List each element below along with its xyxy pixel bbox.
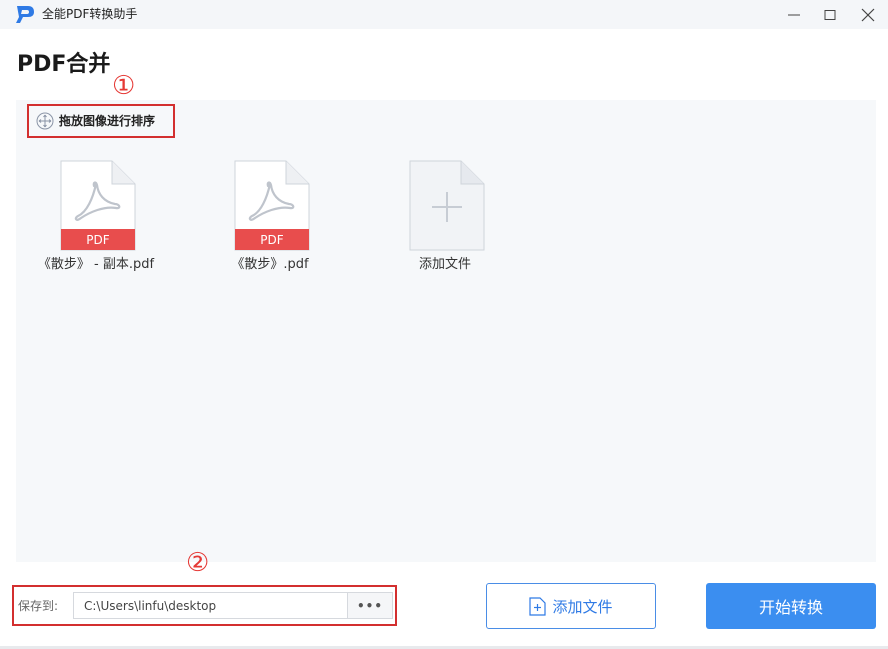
save-path-input[interactable]: [73, 592, 347, 619]
add-file-button[interactable]: 添加文件: [486, 583, 656, 629]
move-arrows-icon: [36, 112, 54, 130]
minimize-icon: [788, 14, 800, 15]
app-title: 全能PDF转换助手: [42, 7, 138, 21]
title-bar: 全能PDF转换助手: [0, 0, 888, 29]
minimize-button[interactable]: [776, 0, 812, 29]
pdf-file-icon: PDF: [234, 160, 310, 251]
close-icon: [861, 8, 875, 21]
add-file-button-label: 添加文件: [552, 597, 613, 616]
pdf-file-icon: PDF: [60, 160, 136, 251]
save-label: 保存到:: [18, 599, 59, 613]
maximize-button[interactable]: [812, 0, 848, 29]
add-file-tile-label: 添加文件: [418, 257, 471, 272]
maximize-icon: [824, 9, 836, 20]
start-convert-button[interactable]: 开始转换: [706, 583, 876, 629]
annotation-marker-2: ②: [186, 548, 210, 578]
add-file-icon: [529, 596, 547, 616]
add-file-tile[interactable]: 添加文件: [375, 160, 515, 280]
pdf-badge: PDF: [260, 233, 283, 247]
plus-icon: [409, 160, 485, 251]
file-name: 《散步》 - 副本.pdf: [37, 257, 155, 272]
page-title: PDF合并: [17, 52, 111, 77]
close-button[interactable]: [850, 0, 886, 29]
annotation-marker-1: ①: [112, 71, 136, 101]
file-name: 《散步》.pdf: [231, 257, 309, 272]
sort-hint-label: 拖放图像进行排序: [59, 114, 156, 128]
file-item[interactable]: PDF 《散步》.pdf: [200, 160, 340, 280]
file-item[interactable]: PDF 《散步》 - 副本.pdf: [26, 160, 166, 280]
app-logo-icon: [16, 6, 34, 23]
save-location: 保存到: •••: [12, 585, 397, 626]
pdf-badge: PDF: [86, 233, 109, 247]
browse-button[interactable]: •••: [347, 592, 393, 619]
start-convert-button-label: 开始转换: [758, 598, 823, 617]
sort-hint: 拖放图像进行排序: [27, 104, 175, 138]
